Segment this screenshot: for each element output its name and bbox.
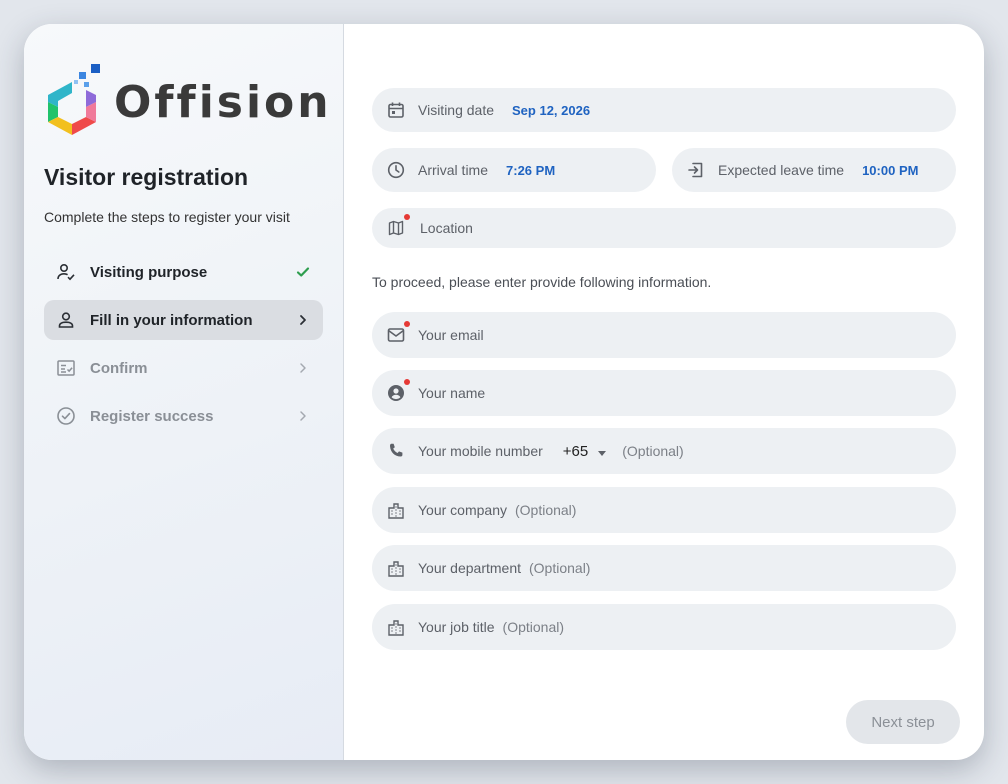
arrival-time-label: Arrival time bbox=[418, 162, 489, 178]
country-code-value: +65 bbox=[562, 442, 589, 460]
registration-card: Offision Visitor registration Complete t… bbox=[24, 24, 984, 760]
department-label: Your department bbox=[418, 560, 521, 576]
mail-icon bbox=[386, 321, 410, 345]
phone-icon bbox=[386, 441, 406, 461]
required-indicator bbox=[404, 379, 410, 385]
job-title-optional: (Optional) bbox=[502, 619, 565, 635]
step-label: Visiting purpose bbox=[90, 263, 208, 281]
company-field[interactable]: Your company (Optional) bbox=[372, 487, 956, 533]
department-field[interactable]: Your department (Optional) bbox=[372, 545, 956, 591]
arrival-time-value: 7:26 PM bbox=[506, 162, 556, 178]
sidebar: Offision Visitor registration Complete t… bbox=[24, 24, 344, 760]
steps-list: Visiting purpose Fill in your informatio… bbox=[44, 252, 323, 444]
mobile-optional: (Optional) bbox=[622, 443, 684, 459]
visiting-date-label: Visiting date bbox=[418, 102, 495, 118]
form-panel: Visiting date Sep 12, 2026 Arrival time … bbox=[344, 24, 984, 760]
check-icon bbox=[295, 264, 311, 280]
map-icon bbox=[386, 214, 410, 238]
step-fill-information[interactable]: Fill in your information bbox=[44, 300, 323, 340]
instruction-text: To proceed, please enter provide followi… bbox=[372, 274, 712, 290]
department-optional: (Optional) bbox=[529, 560, 591, 576]
exit-icon bbox=[686, 160, 706, 180]
circle-check-icon bbox=[56, 406, 76, 426]
step-label: Fill in your information bbox=[90, 311, 253, 329]
caret-down-icon bbox=[598, 443, 607, 460]
person-icon bbox=[56, 310, 76, 330]
building-icon bbox=[386, 617, 406, 637]
required-indicator bbox=[404, 214, 410, 220]
mobile-number-field[interactable]: Your mobile number +65 (Optional) bbox=[372, 428, 956, 474]
page-title: Visitor registration bbox=[44, 164, 249, 190]
visiting-date-value: Sep 12, 2026 bbox=[512, 102, 591, 118]
building-icon bbox=[386, 558, 406, 578]
job-title-field[interactable]: Your job title (Optional) bbox=[372, 604, 956, 650]
leave-time-label: Expected leave time bbox=[718, 162, 845, 178]
leave-time-field[interactable]: Expected leave time 10:00 PM bbox=[672, 148, 956, 192]
country-code-select[interactable]: +65 bbox=[562, 442, 607, 460]
step-visiting-purpose[interactable]: Visiting purpose bbox=[44, 252, 323, 292]
account-circle-icon bbox=[386, 379, 410, 403]
company-optional: (Optional) bbox=[514, 502, 577, 518]
chevron-right-icon bbox=[295, 408, 311, 424]
leave-time-value: 10:00 PM bbox=[862, 162, 919, 178]
job-title-label: Your job title bbox=[418, 619, 495, 635]
step-label: Register success bbox=[90, 407, 214, 425]
step-label: Confirm bbox=[90, 359, 148, 377]
next-step-button[interactable]: Next step bbox=[846, 700, 960, 744]
chevron-right-icon bbox=[295, 312, 311, 328]
page-subtitle: Complete the steps to register your visi… bbox=[44, 209, 290, 225]
step-register-success[interactable]: Register success bbox=[44, 396, 323, 436]
required-indicator bbox=[404, 321, 410, 327]
clock-icon bbox=[386, 160, 406, 180]
person-check-icon bbox=[56, 262, 76, 282]
email-field[interactable]: Your email bbox=[372, 312, 956, 358]
brand-logo: Offision bbox=[44, 64, 332, 135]
company-label: Your company bbox=[418, 502, 507, 518]
brand-name: Offision bbox=[114, 76, 332, 128]
building-icon bbox=[386, 500, 406, 520]
name-placeholder: Your name bbox=[418, 385, 486, 401]
calendar-icon bbox=[386, 100, 406, 120]
chevron-right-icon bbox=[295, 360, 311, 376]
offision-logo-icon bbox=[44, 64, 102, 135]
email-placeholder: Your email bbox=[418, 327, 484, 343]
arrival-time-field[interactable]: Arrival time 7:26 PM bbox=[372, 148, 656, 192]
location-field[interactable]: Location bbox=[372, 208, 956, 248]
visiting-date-field[interactable]: Visiting date Sep 12, 2026 bbox=[372, 88, 956, 132]
name-field[interactable]: Your name bbox=[372, 370, 956, 416]
location-label: Location bbox=[420, 220, 473, 236]
mobile-label: Your mobile number bbox=[418, 443, 543, 459]
form-check-icon bbox=[56, 358, 76, 378]
step-confirm[interactable]: Confirm bbox=[44, 348, 323, 388]
